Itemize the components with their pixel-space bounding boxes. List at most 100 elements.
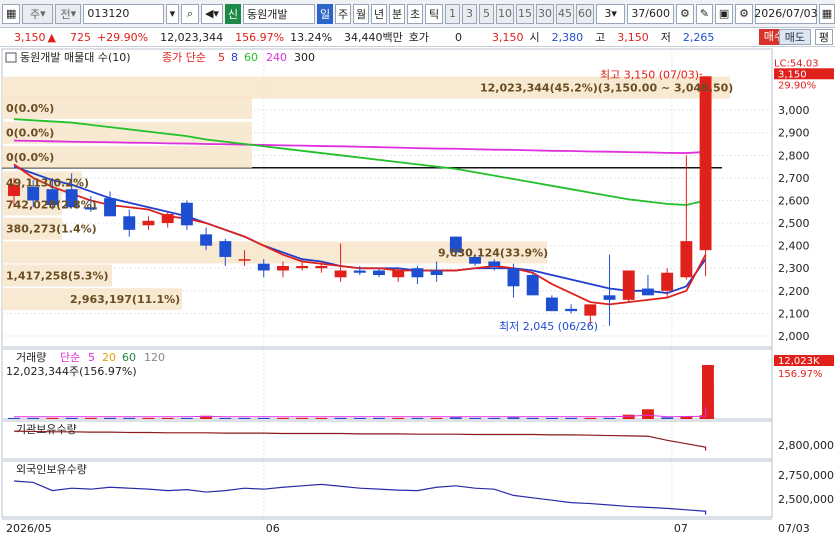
volume-ma-20: 20: [102, 351, 116, 364]
candle-body: [430, 270, 443, 275]
candle-body: [219, 241, 232, 257]
volume-ma-120: 120: [144, 351, 165, 364]
volume-bar: [84, 417, 97, 419]
interval-1-button[interactable]: 1: [445, 3, 460, 24]
volume-value: 12,023,344: [160, 30, 224, 44]
candle-body: [373, 270, 385, 275]
period-day-tab[interactable]: 일: [317, 3, 333, 24]
high-note: 최고 3,150 (07/03): [600, 68, 699, 81]
period-month-tab[interactable]: 월: [353, 3, 369, 24]
price-tick-label: 2,500: [778, 217, 810, 230]
calendar-icon[interactable]: ▦: [818, 3, 835, 24]
candle-body: [699, 76, 712, 251]
gear-icon[interactable]: ⚙: [735, 3, 753, 24]
candle-body: [392, 270, 405, 278]
volume-ma-label: 단순: [60, 351, 80, 364]
profile-label: 742,028(2.8%): [6, 198, 97, 211]
volume-bar: [584, 417, 597, 419]
institution-legend-title: 기관보유수량: [16, 423, 77, 436]
period-year-tab[interactable]: 년: [371, 3, 387, 24]
price-tick-label: 2,400: [778, 240, 810, 253]
volume-bar: [180, 417, 193, 419]
period-minute-tab[interactable]: 분: [389, 3, 405, 24]
open-label: 시: [529, 31, 540, 44]
profile-label: 49,113(0.2%): [6, 176, 89, 189]
speaker-icon[interactable]: ◀▾: [200, 3, 223, 24]
time-axis-right-label: 07/03: [778, 522, 810, 535]
volume-ratio: 156.97%: [235, 30, 285, 44]
avg-button[interactable]: 평: [814, 29, 833, 45]
period-tick-tab[interactable]: 틱: [425, 3, 443, 24]
profile-label: 2,963,197(11.1%): [70, 293, 180, 306]
candle-body: [276, 265, 289, 271]
sell-button[interactable]: 매도: [778, 29, 811, 45]
candle-body: [104, 198, 117, 217]
interval-60-button[interactable]: 60: [576, 3, 594, 24]
search-icon[interactable]: ⌕: [181, 3, 199, 24]
category-label: 전: [60, 7, 71, 21]
volume-bar: [641, 409, 654, 419]
candle-body: [545, 297, 558, 312]
page-count-field[interactable]: 37/600: [627, 3, 675, 24]
foreign-axis-label: 2,500,000: [778, 493, 834, 506]
open-price: 2,380: [551, 30, 584, 44]
ma-legend-label: 종가 단순: [162, 51, 206, 64]
volume-bar: [392, 417, 405, 419]
volume-legend-title: 거래량: [16, 351, 46, 364]
interval-45-button[interactable]: 45: [556, 3, 574, 24]
period-second-tab[interactable]: 초: [407, 3, 423, 24]
profile-label: 380,273(1.4%): [6, 223, 97, 236]
chart-settings-icon[interactable]: ⚙: [676, 3, 694, 24]
current-price: 3,150: [14, 30, 46, 44]
market-select[interactable]: 주 ▾: [22, 3, 54, 24]
price-tick-label: 2,800: [778, 149, 810, 162]
candle-body: [238, 259, 251, 261]
volume-bar: [238, 417, 251, 419]
volume-bar: [315, 417, 328, 419]
low-price: 2,265: [682, 30, 715, 44]
profile-label: 1,417,258(5.3%): [6, 269, 109, 282]
volume-ma-5: 5: [88, 351, 95, 364]
volume-bar: [123, 417, 136, 419]
draw-tool-icon[interactable]: ✎: [695, 3, 714, 24]
interval-3-button[interactable]: 3: [462, 3, 477, 24]
interval-5-button[interactable]: 5: [479, 3, 494, 24]
candle-body: [296, 265, 309, 269]
candle-body: [334, 270, 347, 278]
menu-grid-icon[interactable]: ▦: [2, 3, 21, 24]
market-label: 주: [30, 7, 41, 21]
code-dropdown-icon[interactable]: ▾: [165, 3, 180, 24]
lc-label: LC:54.03: [774, 58, 819, 69]
interval-30-button[interactable]: 30: [536, 3, 554, 24]
ma-legend-300: 300: [294, 51, 315, 64]
interval-custom-select[interactable]: 3 ▾: [596, 3, 626, 24]
interval-custom-value: 3: [604, 7, 612, 20]
candle-body: [526, 275, 539, 296]
volume-bar: [661, 417, 674, 419]
stock-code-input[interactable]: 013120: [83, 3, 164, 24]
interval-15-button[interactable]: 15: [516, 3, 534, 24]
volume-bar: [373, 417, 385, 419]
institution-axis-label: 2,800,000: [778, 439, 834, 452]
volume-bar: [27, 417, 40, 419]
stock-chart[interactable]: 거래량 단순 5 20 60 120 12,023,344주(156.97%) 12,023K…: [0, 47, 835, 540]
volume-bar: [526, 417, 539, 419]
period-week-tab[interactable]: 주: [335, 3, 351, 24]
volume-bar: [104, 417, 117, 419]
profile-label: 0(0.0%): [6, 102, 54, 115]
candle-body: [565, 308, 578, 312]
volume-bar: [702, 365, 714, 419]
quote-label: 호가: [408, 31, 430, 44]
quote-info-bar: 3,150 ▲ 725 +29.90% 12,023,344 156.97% 1…: [0, 28, 835, 47]
category-select[interactable]: 전 ▾: [55, 3, 82, 24]
volume-ma-60: 60: [122, 351, 136, 364]
volume-value-note: 12,023,344주(156.97%): [6, 365, 137, 378]
ma-legend-60: 60: [244, 51, 258, 64]
price-legend-title: 동원개발 매물대 수(10): [20, 51, 131, 64]
volume-bar: [46, 417, 59, 419]
interval-10-button[interactable]: 10: [496, 3, 514, 24]
save-icon[interactable]: ▣: [715, 3, 734, 24]
date-field[interactable]: 2026/07/03: [754, 3, 818, 24]
ma-legend-5: 5: [218, 51, 225, 64]
volume-bar: [469, 417, 482, 419]
